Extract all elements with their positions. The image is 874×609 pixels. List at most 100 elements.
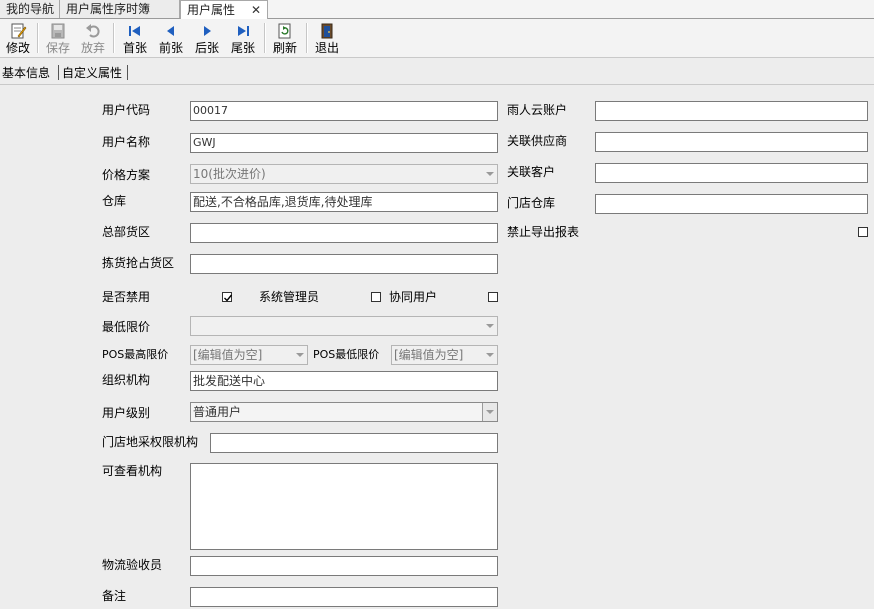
document-tab-bar: 我的导航 用户属性序时簿 用户属性 ✕ [0,0,874,19]
pos-max-select[interactable]: [编辑值为空] [190,345,308,365]
price-plan-label: 价格方案 [102,168,151,182]
sys-admin-checkbox[interactable] [371,292,381,302]
refresh-button[interactable]: 刷新 [267,20,303,56]
yuren-account-label: 雨人云账户 [507,103,568,117]
linked-customer-label: 关联客户 [507,165,556,179]
tab-label: 我的导航 [6,2,55,16]
user-level-label: 用户级别 [102,406,151,420]
user-level-select[interactable]: 普通用户 [190,402,498,422]
exit-door-icon [321,23,333,39]
edit-label: 修改 [5,41,30,55]
tab-my-navigation[interactable]: 我的导航 [0,0,60,18]
chevron-down-icon [293,346,307,364]
last-record-button[interactable]: 尾张 [225,20,261,56]
first-icon [129,26,140,36]
next-record-button[interactable]: 后张 [189,20,225,56]
no-export-label: 禁止导出报表 [507,225,580,239]
org-label: 组织机构 [102,373,151,387]
user-code-field[interactable]: 00017 [190,101,498,121]
logistics-checker-label: 物流验收员 [102,558,163,572]
chevron-down-icon [483,317,497,335]
toolbar-divider [37,23,39,53]
pick-area-field[interactable] [190,254,498,274]
last-icon [238,26,249,36]
linked-supplier-label: 关联供应商 [507,134,568,148]
chevron-down-icon [482,403,497,421]
store-purchase-org-field[interactable] [210,433,498,453]
viewable-org-textarea[interactable] [190,463,498,550]
min-price-select[interactable] [190,316,498,336]
first-label: 首张 [122,41,147,55]
tab-basic-info[interactable]: 基本信息 [2,64,51,84]
pos-max-value: [编辑值为空] [193,348,263,362]
prev-record-button[interactable]: 前张 [153,20,189,56]
last-label: 尾张 [230,41,255,55]
exit-button[interactable]: 退出 [309,20,345,56]
checkmark-icon [224,294,233,302]
user-level-value: 普通用户 [193,405,242,419]
tab-underline [0,84,874,85]
tab-label: 用户属性序时簿 [66,2,151,16]
exit-label: 退出 [314,41,339,55]
next-label: 后张 [194,41,219,55]
pos-min-value: [编辑值为空] [394,348,464,362]
viewable-org-label: 可查看机构 [102,464,163,478]
org-field[interactable]: 批发配送中心 [190,371,498,391]
sys-admin-label: 系统管理员 [259,290,320,304]
tab-divider [58,65,59,80]
warehouse-label: 仓库 [102,194,127,208]
edit-button[interactable]: 修改 [0,20,36,56]
discard-label: 放弃 [80,41,105,55]
first-record-button[interactable]: 首张 [117,20,153,56]
edit-icon [11,23,27,39]
store-purchase-org-label: 门店地采权限机构 [102,435,199,449]
hq-area-field[interactable] [190,223,498,243]
tab-custom-attributes[interactable]: 自定义属性 [62,64,122,82]
price-plan-value: 10(批次进价) [193,167,266,181]
price-plan-select[interactable]: 10(批次进价) [190,164,498,184]
discard-button[interactable]: 放弃 [75,20,111,56]
logistics-checker-field[interactable] [190,556,498,576]
yuren-account-field[interactable] [595,101,868,121]
tab-label: 用户属性 [187,3,236,17]
warehouse-field[interactable]: 配送,不合格品库,退货库,待处理库 [190,192,498,212]
save-icon [51,23,65,39]
user-code-label: 用户代码 [102,103,151,117]
min-price-label: 最低限价 [102,320,151,334]
prev-icon [167,26,174,36]
remark-label: 备注 [102,589,127,603]
close-icon[interactable]: ✕ [251,1,261,19]
prev-label: 前张 [158,41,183,55]
pos-max-label: POS最高限价 [102,348,169,361]
collab-user-checkbox[interactable] [488,292,498,302]
store-warehouse-field[interactable] [595,194,868,214]
toolbar-divider [306,23,308,53]
tab-divider [127,65,128,80]
refresh-icon [278,23,291,39]
save-button[interactable]: 保存 [40,20,76,56]
page-tab-bar: 基本信息 自定义属性 [0,62,874,84]
next-icon [204,26,211,36]
no-export-checkbox[interactable] [858,227,868,237]
undo-icon [86,24,100,38]
collab-user-label: 协同用户 [389,290,438,304]
refresh-label: 刷新 [272,41,297,55]
remark-field[interactable] [190,587,498,607]
tab-user-attribute-list[interactable]: 用户属性序时簿 [60,0,180,18]
disabled-checkbox[interactable] [222,292,233,302]
linked-supplier-field[interactable] [595,132,868,152]
store-warehouse-label: 门店仓库 [507,196,556,210]
hq-area-label: 总部货区 [102,225,151,239]
user-name-field[interactable]: GWJ [190,133,498,153]
user-name-label: 用户名称 [102,135,151,149]
chevron-down-icon [483,346,497,364]
tab-user-attribute[interactable]: 用户属性 ✕ [180,0,268,19]
toolbar: 修改 保存 放弃 首张 前张 后张 尾张 刷新 退出 [0,19,874,58]
pos-min-label: POS最低限价 [313,348,380,361]
save-label: 保存 [45,41,70,55]
pos-min-select[interactable]: [编辑值为空] [391,345,498,365]
linked-customer-field[interactable] [595,163,868,183]
toolbar-divider [113,23,115,53]
toolbar-divider [264,23,266,53]
disabled-label: 是否禁用 [102,290,151,304]
